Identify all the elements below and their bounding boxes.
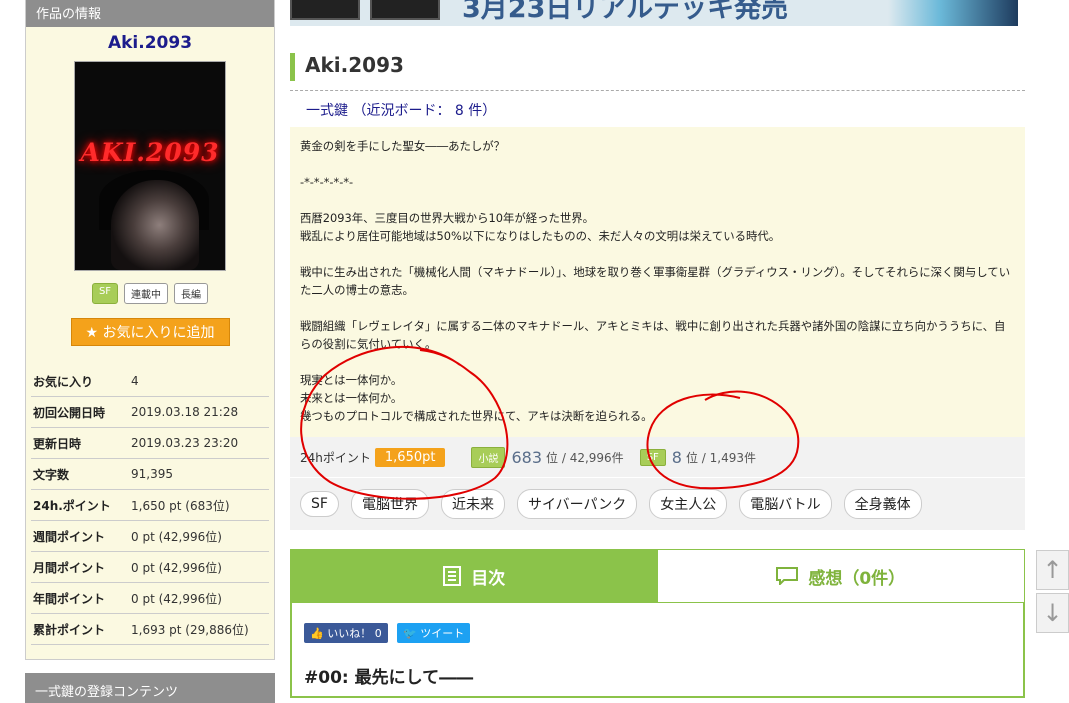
keyword-tag[interactable]: 近未来 [440, 489, 505, 519]
stat-row: 月間ポイント 0 pt (42,996位) [31, 552, 269, 583]
arrow-down-icon: ↓ [1042, 599, 1063, 627]
work-info-sidebar: 作品の情報 Aki.2093 AKI.2093 SF 連載中 長編 ★ お気に入… [25, 0, 275, 660]
stat-value: 0 pt (42,996位) [131, 529, 222, 544]
rank-novel-total: 位 / 42,996件 [546, 450, 624, 465]
ad-banner[interactable]: 3月23日リアルデッキ発売 [290, 0, 1018, 26]
stat-label: 初回公開日時 [33, 405, 106, 420]
stat-label: 24h.ポイント [33, 498, 111, 513]
keyword-tag[interactable]: 全身義体 [843, 489, 922, 519]
stat-value: 1,650 pt (683位) [131, 498, 230, 513]
keyword-tags: SF 電脳世界 近未来 サイバーパンク 女主人公 電脳バトル 全身義体 [290, 478, 1025, 530]
board-link[interactable]: （近況ボード： 8 件） [352, 103, 496, 119]
synopsis-box: 黄金の剣を手にした聖女――あたしが？ -*-*-*-*-*- 西暦2093年、三… [290, 127, 1025, 437]
stat-value: 4 [131, 374, 139, 388]
banner-device-image [290, 0, 360, 20]
stat-row: お気に入り 4 [31, 366, 269, 397]
tweet-button[interactable]: 🐦 ツイート [397, 623, 471, 643]
keyword-tag[interactable]: 電脳世界 [350, 489, 429, 519]
stat-row: 24h.ポイント 1,650 pt (683位) [31, 490, 269, 521]
scroll-down-button[interactable]: ↓ [1036, 593, 1069, 633]
episode-link[interactable]: #00: 最先にして―― [304, 663, 473, 688]
content-tabs: 目次 感想（0件） [290, 549, 1025, 603]
stat-label: 年間ポイント [33, 591, 106, 606]
tweet-label: ツイート [420, 627, 465, 640]
stat-row: 累計ポイント 1,693 pt (29,886位) [31, 614, 269, 645]
tab-reviews[interactable]: 感想（0件） [657, 550, 1024, 602]
keyword-tag[interactable]: 電脳バトル [739, 489, 832, 519]
genre-tag-sf[interactable]: SF [91, 283, 119, 304]
stat-value: 2019.03.18 21:28 [131, 405, 239, 419]
keyword-tag[interactable]: 女主人公 [649, 489, 728, 519]
stat-label: 月間ポイント [33, 560, 106, 575]
tab-reviews-label: 感想（0件） [808, 568, 906, 589]
stat-value: 0 pt (42,996位) [131, 560, 222, 575]
rank-sf: 8 [671, 447, 682, 467]
keyword-tag[interactable]: サイバーパンク [516, 489, 638, 519]
genre-badge-novel: 小説 [471, 446, 506, 468]
synopsis-text: 黄金の剣を手にした聖女――あたしが？ -*-*-*-*-*- 西暦2093年、三… [300, 139, 1011, 423]
stat-row: 更新日時 2019.03.23 23:20 [31, 428, 269, 459]
stat-row: 文字数 91,395 [31, 459, 269, 490]
length-tag: 長編 [174, 283, 209, 304]
cover-title-text: AKI.2093 [80, 138, 220, 167]
keyword-tag[interactable]: SF [300, 491, 339, 517]
banner-device-image [370, 0, 440, 20]
stat-row: 年間ポイント 0 pt (42,996位) [31, 583, 269, 614]
cover-image[interactable]: AKI.2093 [74, 61, 226, 271]
add-favorite-button[interactable]: ★ お気に入りに追加 [70, 318, 230, 346]
work-stats-table: お気に入り 4 初回公開日時 2019.03.18 21:28 更新日時 2019.0… [31, 366, 269, 645]
stat-value: 1,693 pt (29,886位) [131, 622, 249, 637]
banner-character-image [888, 0, 1018, 26]
cover-figure-face [111, 180, 199, 270]
author-link[interactable]: 一式鍵 [306, 103, 348, 119]
stat-value: 91,395 [131, 467, 173, 481]
stat-row: 初回公開日時 2019.03.18 21:28 [31, 397, 269, 428]
author-line: 一式鍵 （近況ボード： 8 件） [290, 90, 1025, 127]
banner-text: 3月23日リアルデッキ発売 [462, 0, 789, 24]
twitter-bird-icon: 🐦 [403, 627, 417, 640]
points-label: 24hポイント [300, 450, 371, 465]
stat-label: 更新日時 [33, 436, 82, 451]
facebook-thumb-icon: 👍 [310, 627, 324, 640]
tab-toc-label: 目次 [471, 568, 506, 589]
genre-badge-sf: SF [639, 448, 666, 466]
comment-icon [776, 567, 799, 585]
sidebar-header: 作品の情報 [26, 0, 274, 27]
like-label: いいね！ 0 [327, 627, 382, 640]
author-contents-header: 一式鍵の登録コンテンツ [25, 673, 275, 703]
tab-toc[interactable]: 目次 [291, 550, 658, 602]
stat-label: 文字数 [33, 467, 70, 482]
points-badge: 1,650pt [374, 447, 446, 467]
page-title: Aki.2093 [290, 53, 1025, 81]
toc-panel: 👍 いいね！ 0 🐦 ツイート #00: 最先にして―― [290, 603, 1025, 698]
stat-row: 週間ポイント 0 pt (42,996位) [31, 521, 269, 552]
rank-sf-total: 位 / 1,493件 [685, 450, 757, 465]
scroll-up-button[interactable]: ↑ [1036, 550, 1069, 590]
stat-value: 2019.03.23 23:20 [131, 436, 239, 450]
ranking-bar: 24hポイント 1,650pt 小説 683 位 / 42,996件 SF 8 … [290, 437, 1025, 477]
arrow-up-icon: ↑ [1042, 556, 1063, 584]
work-title-link[interactable]: Aki.2093 [26, 33, 274, 53]
status-tag-serial: 連載中 [124, 283, 169, 304]
stat-label: 累計ポイント [33, 622, 106, 637]
rank-novel: 683 [511, 447, 543, 467]
stat-value: 0 pt (42,996位) [131, 591, 222, 606]
stat-label: 週間ポイント [33, 529, 106, 544]
stat-label: お気に入り [33, 374, 94, 389]
list-icon [443, 566, 462, 586]
facebook-like-button[interactable]: 👍 いいね！ 0 [304, 623, 388, 643]
